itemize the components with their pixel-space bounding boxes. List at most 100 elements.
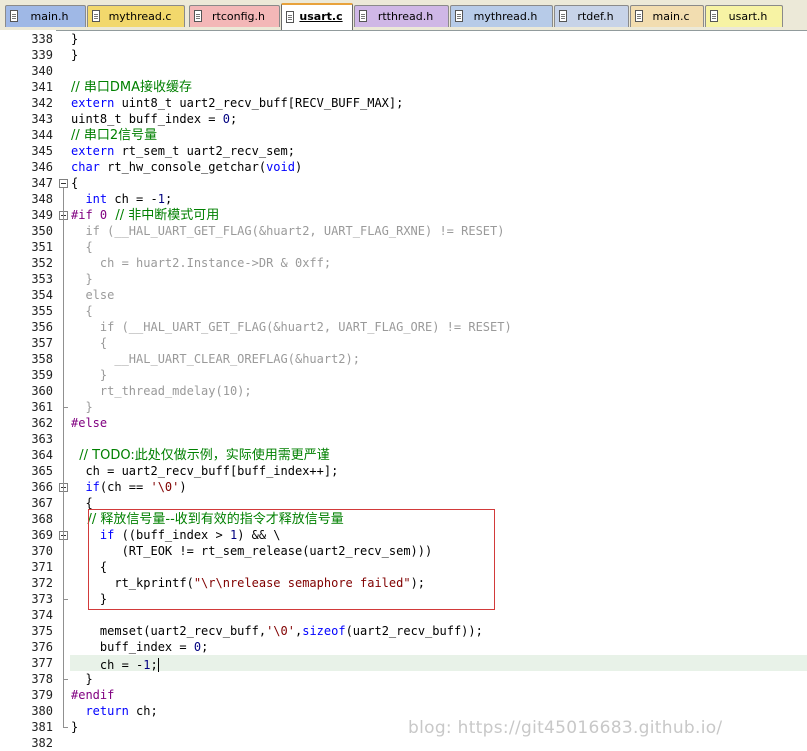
- code-token: {: [71, 240, 93, 254]
- code-text: uint8_t buff_index = 0;: [71, 111, 237, 127]
- code-token: 1: [157, 192, 165, 206]
- code-token: ch = -: [107, 192, 158, 206]
- code-line: 364 // TODO:此处仅做示例，实际使用需更严谨: [0, 447, 807, 463]
- tab-main-c[interactable]: main.c: [630, 5, 704, 27]
- line-number: 344: [31, 128, 53, 142]
- file-tab-bar: main.h mythread.c rtconfig.h usart.c rtthrea…: [0, 0, 807, 31]
- code-token: (ch ==: [99, 480, 151, 494]
- tab-mythread-h[interactable]: mythread.h: [450, 5, 553, 27]
- code-token: }: [71, 48, 79, 62]
- code-text: }: [71, 671, 92, 687]
- tab-main-h[interactable]: main.h: [5, 5, 86, 27]
- code-line: 346 char rt_hw_console_getchar(void): [0, 159, 807, 175]
- tab-label: usart.c: [299, 10, 343, 23]
- code-text: }: [71, 399, 92, 415]
- code-token: #else: [71, 416, 108, 430]
- line-number: 382: [31, 736, 53, 750]
- fold-end-marker: [63, 679, 68, 680]
- line-number: 349: [31, 208, 53, 222]
- code-text: {: [71, 239, 93, 255]
- blog-watermark: blog: https://git45016683.github.io/: [408, 718, 723, 738]
- tab-label: rtthread.h: [377, 10, 434, 23]
- code-text: if(ch == '\0'): [71, 479, 187, 495]
- tab-label: rtconfig.h: [212, 10, 265, 23]
- code-line: 376 buff_index = 0;: [0, 639, 807, 655]
- code-line: 365 ch = uart2_recv_buff[buff_index++];: [0, 463, 807, 479]
- code-line: 338}: [0, 31, 807, 47]
- code-token: __HAL_UART_CLEAR_OREFLAG(&huart2);: [71, 352, 360, 366]
- annotation-highlight-box: [88, 509, 495, 610]
- code-text: if (__HAL_UART_GET_FLAG(&huart2, UART_FL…: [71, 223, 504, 239]
- code-token: {: [71, 336, 108, 350]
- line-number: 365: [31, 464, 53, 478]
- line-number: 364: [31, 448, 53, 462]
- code-line: 342 extern uint8_t uart2_recv_buff[RECV_B…: [0, 95, 807, 111]
- tab-label: usart.h: [728, 10, 768, 23]
- code-line: 352 ch = huart2.Instance->DR & 0xff;: [0, 255, 807, 271]
- code-token: if (__HAL_UART_GET_FLAG(&huart2, UART_FL…: [71, 320, 512, 334]
- code-line: 345 extern rt_sem_t uart2_recv_sem;: [0, 143, 807, 159]
- code-token: #if 0: [71, 208, 108, 222]
- code-line: 343 uint8_t buff_index = 0;: [0, 111, 807, 127]
- code-token: '\0': [266, 624, 295, 638]
- line-number: 355: [31, 304, 53, 318]
- line-number: 350: [31, 224, 53, 238]
- line-number: 343: [31, 112, 53, 126]
- code-line: 341 // 串口DMA接收缓存: [0, 79, 807, 95]
- tab-label: rtdef.h: [577, 10, 614, 23]
- code-token: 0: [222, 112, 230, 126]
- code-line: 379 #endif: [0, 687, 807, 703]
- line-number: 340: [31, 64, 53, 78]
- line-number: 380: [31, 704, 53, 718]
- line-number: 378: [31, 672, 53, 686]
- code-line: 359 }: [0, 367, 807, 383]
- code-text: }: [71, 367, 107, 383]
- code-token: ): [179, 480, 187, 494]
- code-text: return ch;: [71, 703, 157, 719]
- line-number: 357: [31, 336, 53, 350]
- code-text: memset(uart2_recv_buff,'\0',sizeof(uart2…: [71, 623, 483, 639]
- code-line: 344 // 串口2信号量: [0, 127, 807, 143]
- tab-usart-h[interactable]: usart.h: [705, 5, 783, 27]
- code-text: rt_thread_mdelay(10);: [71, 383, 252, 399]
- line-number: 345: [31, 144, 53, 158]
- code-text: int ch = -1;: [71, 191, 172, 207]
- code-token: {: [71, 496, 93, 510]
- code-line: 375 memset(uart2_recv_buff,'\0',sizeof(u…: [0, 623, 807, 639]
- line-number: 370: [31, 544, 53, 558]
- code-token: ch = huart2.Instance->DR & 0xff;: [71, 256, 332, 270]
- code-token: #endif: [71, 688, 115, 702]
- code-text: #if 0 // 非中断模式可用: [71, 207, 219, 224]
- code-token: ): [294, 160, 303, 174]
- fold-collapse-icon[interactable]: [59, 179, 68, 188]
- line-number: 346: [31, 160, 53, 174]
- code-line: 339}: [0, 47, 807, 63]
- code-line: 357 {: [0, 335, 807, 351]
- code-line: 354 else: [0, 287, 807, 303]
- code-token: (uart2_recv_buff));: [345, 624, 483, 638]
- line-number: 358: [31, 352, 53, 366]
- code-token: rt_sem_t uart2_recv_sem;: [114, 144, 295, 158]
- line-number: 375: [31, 624, 53, 638]
- code-token: if: [85, 480, 100, 494]
- code-line: 347 {: [0, 175, 807, 191]
- tab-usart-c[interactable]: usart.c: [281, 3, 353, 30]
- tab-rtthread-h[interactable]: rtthread.h: [354, 5, 449, 27]
- code-text: {: [71, 175, 78, 191]
- code-line: 358 __HAL_UART_CLEAR_OREFLAG(&huart2);: [0, 351, 807, 367]
- line-number: 377: [31, 656, 53, 670]
- fold-end-marker: [63, 727, 68, 728]
- line-number: 372: [31, 576, 53, 590]
- line-number: 373: [31, 592, 53, 606]
- tab-rtdef-h[interactable]: rtdef.h: [554, 5, 629, 27]
- code-text: __HAL_UART_CLEAR_OREFLAG(&huart2);: [71, 351, 360, 367]
- tab-mythread-c[interactable]: mythread.c: [87, 5, 185, 27]
- line-number: 374: [31, 608, 53, 622]
- code-token: ch = uart2_recv_buff[buff_index++];: [71, 464, 339, 478]
- code-token: // TODO:此处仅做示例，实际使用需更严谨: [71, 448, 330, 463]
- code-token: // 非中断模式可用: [107, 208, 220, 223]
- tab-rtconfig-h[interactable]: rtconfig.h: [189, 5, 280, 27]
- code-token: int: [85, 192, 108, 206]
- line-number: 359: [31, 368, 53, 382]
